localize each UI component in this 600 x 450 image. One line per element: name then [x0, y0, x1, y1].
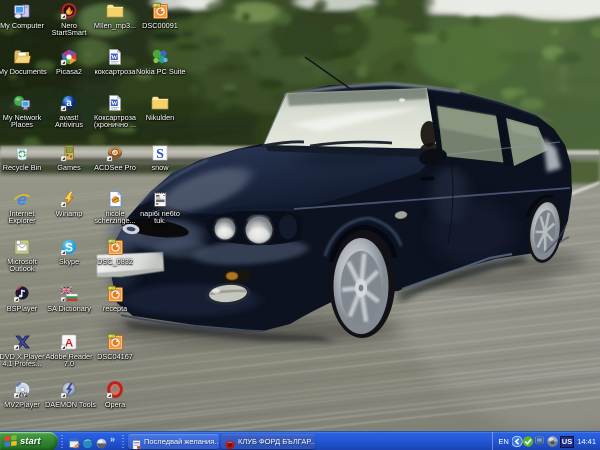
svg-text:JPG: JPG: [108, 286, 115, 290]
svg-text:a: a: [66, 98, 72, 109]
svg-text:S: S: [156, 147, 164, 162]
svg-text:e: e: [17, 190, 26, 208]
svg-text:W: W: [111, 54, 118, 61]
svg-text:JPG: JPG: [108, 334, 115, 338]
svg-text:JPG: JPG: [153, 3, 160, 7]
svg-text:JPG: JPG: [108, 239, 115, 243]
svg-text:W: W: [111, 100, 118, 107]
